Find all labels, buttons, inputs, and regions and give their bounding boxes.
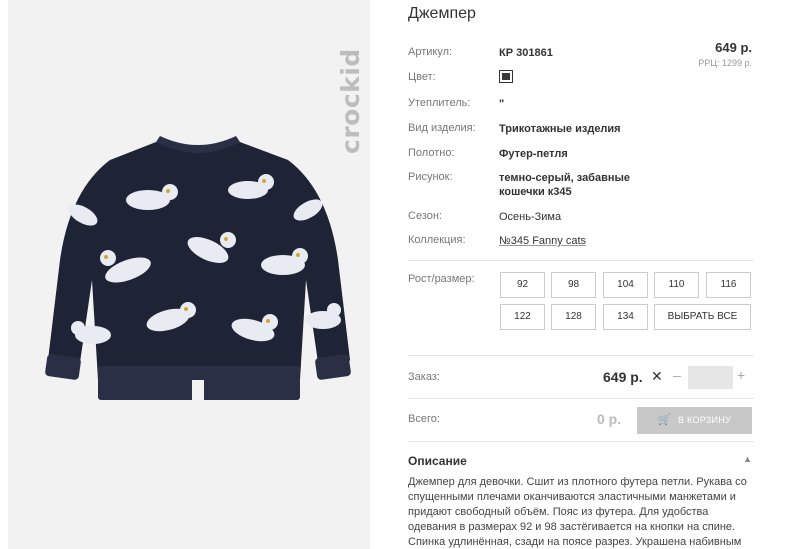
size-option-104[interactable]: 104 [603, 272, 648, 298]
divider [408, 398, 754, 399]
description-text: Джемпер для девочки. Сшит из плотного фу… [408, 476, 747, 548]
order-price: 649 р. [603, 369, 643, 385]
collection-link[interactable]: №345 Fanny cats [499, 234, 586, 248]
divider [408, 355, 754, 356]
product-photo[interactable]: crockid [8, 0, 370, 549]
size-option-116[interactable]: 116 [706, 272, 751, 298]
description-heading[interactable]: Описание [408, 454, 467, 468]
product-title: Джемпер [408, 5, 476, 22]
product-price: 649 р. [715, 40, 752, 55]
divider [408, 260, 754, 261]
total-price: 0 р. [597, 411, 622, 427]
sweater-image [45, 136, 351, 402]
size-option-122[interactable]: 122 [500, 304, 545, 330]
divider [408, 441, 754, 442]
cart-icon: 🛒 [657, 414, 672, 426]
add-to-cart-button[interactable]: 🛒 В КОРЗИНУ [637, 407, 752, 434]
size-option-110[interactable]: 110 [654, 272, 699, 298]
size-label: Рост/размер: [408, 273, 475, 285]
size-option-92[interactable]: 92 [500, 272, 545, 298]
select-all-sizes-button[interactable]: ВЫБРАТЬ ВСЕ [654, 304, 751, 330]
total-label: Всего: [408, 413, 440, 425]
size-option-134[interactable]: 134 [603, 304, 648, 330]
size-option-98[interactable]: 98 [551, 272, 596, 298]
quantity-input[interactable] [688, 366, 733, 389]
remove-icon[interactable]: ✕ [651, 368, 663, 385]
product-info: Джемпер 649 р. РРЦ: 1299 р. Артикул: КР … [408, 0, 754, 549]
collapse-caret-icon[interactable]: ▲ [743, 454, 752, 464]
size-option-128[interactable]: 128 [551, 304, 596, 330]
increase-quantity-button[interactable]: + [737, 367, 745, 383]
recommended-price: РРЦ: 1299 р. [698, 58, 752, 68]
decrease-quantity-button[interactable]: – [673, 367, 681, 383]
color-swatch[interactable] [499, 70, 513, 83]
order-label: Заказ: [408, 371, 440, 383]
